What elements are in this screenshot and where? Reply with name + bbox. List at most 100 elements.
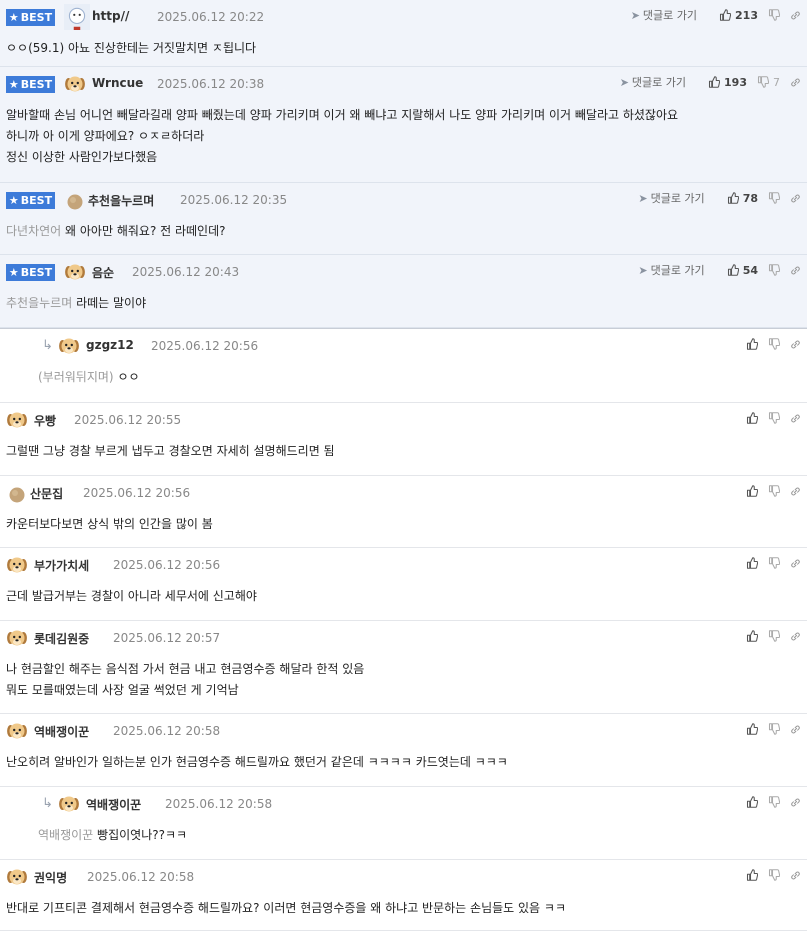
share-link-button[interactable]	[790, 193, 801, 204]
dislike-button[interactable]	[768, 9, 780, 21]
comment-actions	[736, 793, 801, 811]
dislike-button[interactable]	[768, 869, 780, 881]
comment-item: ★ BEST http// 2025.06.12 20:22 ➤ 댓글로 가기 21…	[0, 0, 807, 67]
share-link-button[interactable]	[790, 77, 801, 88]
dislike-button[interactable]	[768, 796, 780, 808]
like-button[interactable]	[746, 412, 758, 424]
dislike-button[interactable]	[768, 485, 780, 497]
share-link-button[interactable]	[790, 10, 801, 21]
comment-list: ★ BEST http// 2025.06.12 20:22 ➤ 댓글로 가기 21…	[0, 0, 807, 931]
dislike-button[interactable]	[768, 412, 780, 424]
dog-avatar-icon	[65, 264, 85, 280]
like-button[interactable]	[746, 630, 758, 642]
dog-avatar-icon	[7, 412, 27, 428]
mention[interactable]: (부러워뒤지며)	[38, 370, 114, 384]
comment-body: 난오히려 알바인가 일하는분 인가 현금영수증 해드릴까요 했던거 같은데 ㅋㅋ…	[6, 755, 508, 769]
thumbs-down-icon	[768, 557, 780, 569]
best-badge: ★ BEST	[6, 76, 55, 93]
thumbs-up-icon	[746, 412, 758, 424]
like-count: 213	[735, 8, 758, 22]
thumbs-up-icon	[746, 796, 758, 808]
send-icon: ➤	[619, 75, 629, 89]
comment-text: 난오히려 알바인가 일하는분 인가 현금영수증 해드릴까요 했던거 같은데 ㅋㅋ…	[6, 752, 797, 773]
comment-item: ★ BEST 추천을누르며 2025.06.12 20:35 ➤ 댓글로 가기 78	[0, 183, 807, 255]
nickname[interactable]: gzgz12	[86, 338, 134, 352]
like-button[interactable]: 213	[719, 9, 758, 22]
comment-body: ㅇㅇ(59.1) 아뇨 진상한테는 거짓말치면 ㅈ됩니다	[6, 41, 257, 55]
mention[interactable]: 다년차연어	[6, 224, 61, 238]
nickname[interactable]: 추천을누르며	[88, 192, 154, 209]
dog-avatar-icon	[65, 76, 85, 92]
nickname[interactable]: 음순	[92, 264, 114, 281]
comment-actions	[736, 866, 801, 884]
link-icon	[791, 559, 800, 567]
comment-meta: ↳ 역배쟁이꾼 2025.06.12 20:58	[0, 787, 807, 817]
like-button[interactable]	[746, 557, 758, 569]
go-to-reply-link[interactable]: ➤ 댓글로 가기	[631, 7, 697, 23]
mention[interactable]: 추천을누르며	[6, 296, 72, 310]
comment-actions	[736, 554, 801, 572]
go-to-reply-link[interactable]: ➤ 댓글로 가기	[638, 190, 704, 206]
comment-body: 카운터보다보면 상식 밖의 인간을 많이 봄	[6, 517, 213, 531]
nickname[interactable]: 우빵	[34, 412, 56, 429]
share-link-button[interactable]	[790, 724, 801, 735]
share-link-button[interactable]	[790, 797, 801, 808]
nickname[interactable]: Wrncue	[92, 76, 143, 90]
dislike-button[interactable]: 7	[757, 76, 780, 89]
comment-text: ㅇㅇ(59.1) 아뇨 진상한테는 거짓말치면 ㅈ됩니다	[6, 38, 797, 59]
nickname[interactable]: 역배쟁이꾼	[34, 723, 89, 740]
like-button[interactable]: 78	[727, 192, 758, 205]
like-button[interactable]	[746, 485, 758, 497]
comment-actions	[736, 409, 801, 427]
like-button[interactable]	[746, 796, 758, 808]
comment-body: 근데 발급거부는 경찰이 아니라 세무서에 신고해야	[6, 589, 257, 603]
dislike-button[interactable]	[768, 557, 780, 569]
dislike-button[interactable]	[768, 338, 780, 350]
link-icon	[791, 632, 800, 640]
best-badge: ★ BEST	[6, 264, 55, 281]
nickname[interactable]: 부가가치세	[34, 557, 89, 574]
comment-meta: 부가가치세 2025.06.12 20:56	[0, 548, 807, 578]
like-button[interactable]: 193	[708, 76, 747, 89]
share-link-button[interactable]	[790, 870, 801, 881]
link-icon	[791, 11, 800, 19]
nickname[interactable]: 권익명	[34, 869, 67, 886]
like-button[interactable]: 54	[727, 264, 758, 277]
thumbs-down-icon	[768, 630, 780, 642]
nickname[interactable]: 롯데김원중	[34, 630, 89, 647]
go-to-reply-link[interactable]: ➤ 댓글로 가기	[638, 262, 704, 278]
thumbs-down-icon	[768, 338, 780, 350]
comment-actions	[736, 482, 801, 500]
like-button[interactable]	[746, 338, 758, 350]
nickname[interactable]: 역배쟁이꾼	[86, 796, 141, 813]
share-link-button[interactable]	[790, 413, 801, 424]
dislike-button[interactable]	[768, 630, 780, 642]
dislike-button[interactable]	[768, 192, 780, 204]
comment-meta: 산문집 2025.06.12 20:56	[0, 476, 807, 506]
nickname[interactable]: 산문집	[30, 485, 63, 502]
comment-meta: ★ BEST Wrncue 2025.06.12 20:38 ➤ 댓글로 가기 19…	[0, 67, 807, 97]
like-button[interactable]	[746, 723, 758, 735]
dog-avatar-icon	[7, 869, 27, 885]
thumbs-down-icon	[768, 723, 780, 735]
comment-meta: 우빵 2025.06.12 20:55	[0, 403, 807, 433]
share-link-button[interactable]	[790, 265, 801, 276]
like-button[interactable]	[746, 869, 758, 881]
share-link-button[interactable]	[790, 339, 801, 350]
best-label: BEST	[20, 11, 53, 24]
comment-actions: ➤ 댓글로 가기 213	[631, 6, 801, 24]
dislike-button[interactable]	[768, 264, 780, 276]
comment-text: 반대로 기프티콘 결제해서 현금영수증 해드릴까요? 이러면 현금영수증을 왜 …	[6, 898, 797, 919]
profile-image-icon	[64, 4, 90, 30]
go-to-reply-link[interactable]: ➤ 댓글로 가기	[620, 74, 686, 90]
comment-date: 2025.06.12 20:58	[87, 870, 195, 884]
nickname[interactable]: http//	[92, 9, 129, 23]
mention[interactable]: 역배쟁이꾼	[38, 828, 93, 842]
share-link-button[interactable]	[790, 631, 801, 642]
dislike-button[interactable]	[768, 723, 780, 735]
share-link-button[interactable]	[790, 486, 801, 497]
comment-item: ★ BEST Wrncue 2025.06.12 20:38 ➤ 댓글로 가기 19…	[0, 67, 807, 183]
link-icon	[791, 414, 800, 422]
share-link-button[interactable]	[790, 558, 801, 569]
thumbs-down-icon	[768, 485, 780, 497]
